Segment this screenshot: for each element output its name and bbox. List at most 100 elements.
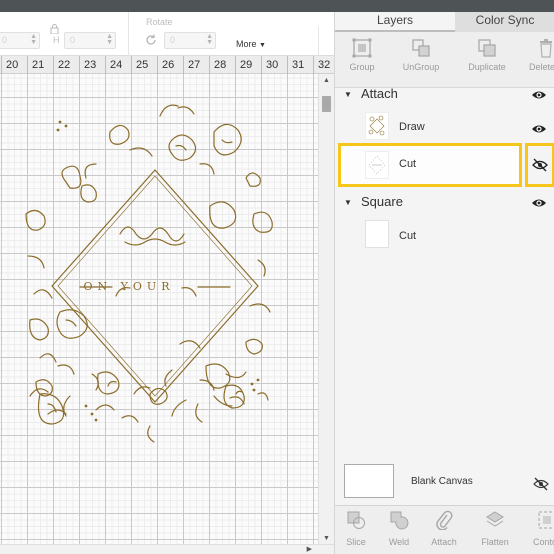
canvas-thumbnail — [344, 464, 394, 498]
ruler-tick — [131, 56, 132, 74]
collapse-icon[interactable]: ▼ — [344, 198, 352, 207]
floral-frame-artwork[interactable] — [0, 74, 318, 544]
delete-label: Delete — [529, 62, 554, 72]
scroll-up-icon[interactable]: ▲ — [323, 77, 330, 84]
weld-icon — [390, 511, 409, 530]
horizontal-ruler: 20 21 22 23 24 25 26 27 28 29 30 31 32 — [0, 56, 334, 74]
ungroup-label: UnGroup — [402, 62, 440, 72]
ruler-number: 26 — [162, 59, 175, 71]
ungroup-icon — [412, 39, 430, 57]
height-label: H — [53, 35, 60, 45]
weld-button[interactable]: Weld — [377, 506, 421, 554]
layer-square-cut[interactable]: Cut — [335, 218, 554, 254]
scrollbar-thumb[interactable] — [322, 96, 331, 112]
duplicate-label: Duplicate — [468, 62, 506, 72]
group-name: Attach — [361, 86, 398, 101]
ruler-number: 25 — [136, 59, 149, 71]
width-value: 0 — [2, 35, 8, 45]
group-label: Group — [349, 62, 375, 72]
hidden-toggle-highlighted[interactable] — [525, 143, 554, 187]
delete-button[interactable]: Delete — [521, 32, 554, 88]
slice-button[interactable]: Slice — [335, 506, 377, 554]
panel-tabs: Layers Color Sync — [335, 12, 554, 32]
layer-thumbnail — [365, 112, 389, 140]
ruler-number: 23 — [84, 59, 97, 71]
layers-panel: Layers Color Sync Group UnGroup Duplicat… — [334, 12, 554, 554]
ruler-tick — [27, 56, 28, 74]
eye-icon[interactable] — [531, 122, 547, 136]
contour-label: Contour — [533, 537, 554, 547]
group-button[interactable]: Group — [335, 32, 389, 88]
ruler-tick — [105, 56, 106, 74]
rotate-field[interactable]: 0 ▲ ▼ — [164, 32, 216, 49]
bottom-actions-bar: Slice Weld Attach Flatten Cont — [335, 506, 554, 554]
ruler-tick — [235, 56, 236, 74]
ruler-tick — [183, 56, 184, 74]
slice-label: Slice — [346, 537, 366, 547]
edit-toolbar: 0 ▲ ▼ H 0 ▲ ▼ Rotate 0 ▲ ▼ More ▼ — [0, 12, 334, 56]
paperclip-icon — [436, 510, 453, 530]
rotate-icon[interactable] — [144, 33, 158, 52]
layer-thumbnail — [365, 151, 389, 179]
attach-label: Attach — [431, 537, 457, 547]
ungroup-button[interactable]: UnGroup — [389, 32, 453, 88]
eye-icon[interactable] — [531, 88, 547, 102]
eye-icon[interactable] — [531, 196, 547, 210]
design-canvas[interactable]: ON YOUR — [0, 74, 318, 544]
width-field[interactable]: 0 ▲ ▼ — [0, 32, 40, 49]
ruler-tick — [313, 56, 314, 74]
ruler-number: 30 — [266, 59, 279, 71]
layer-draw[interactable]: Draw — [335, 109, 554, 145]
toolbar-divider — [318, 26, 319, 56]
ruler-tick — [53, 56, 54, 74]
width-stepper[interactable]: ▲ ▼ — [30, 33, 37, 46]
collapse-icon[interactable]: ▼ — [344, 90, 352, 99]
ruler-tick — [261, 56, 262, 74]
rotate-value: 0 — [170, 35, 176, 45]
height-value: 0 — [70, 35, 76, 45]
duplicate-icon — [478, 39, 496, 57]
caret-down-icon: ▼ — [259, 42, 266, 49]
scroll-right-icon[interactable]: ▶ — [307, 545, 312, 553]
layer-name: Cut — [399, 230, 417, 242]
weld-label: Weld — [388, 537, 410, 547]
more-label: More — [236, 39, 257, 49]
more-dropdown[interactable]: More ▼ — [236, 39, 266, 49]
rotate-stepper[interactable]: ▲ ▼ — [206, 33, 213, 46]
ruler-tick — [1, 56, 2, 74]
blank-canvas-row[interactable]: Blank Canvas — [335, 458, 554, 510]
group-name: Square — [361, 194, 403, 209]
layer-thumbnail — [365, 220, 389, 248]
app-top-bar — [0, 0, 554, 12]
ruler-number: 29 — [240, 59, 253, 71]
tab-layers[interactable]: Layers — [335, 12, 455, 32]
layer-name: Draw — [399, 121, 425, 133]
rotate-label: Rotate — [146, 17, 173, 27]
slice-icon — [347, 511, 365, 529]
artwork-text: ON YOUR — [83, 280, 175, 293]
ruler-number: 20 — [6, 59, 19, 71]
eye-hidden-icon[interactable] — [533, 477, 549, 491]
trash-icon — [540, 39, 552, 58]
layer-cut-highlighted[interactable]: Cut — [338, 143, 522, 187]
ruler-number: 32 — [318, 59, 331, 71]
toolbar-divider — [128, 12, 129, 56]
horizontal-scrollbar[interactable]: ▶ — [0, 544, 334, 554]
layer-group-attach[interactable]: ▼ Attach — [335, 81, 554, 107]
tab-color-sync[interactable]: Color Sync — [455, 12, 554, 32]
ruler-tick — [157, 56, 158, 74]
eye-hidden-icon[interactable] — [532, 158, 548, 172]
ruler-number: 28 — [214, 59, 227, 71]
attach-button[interactable]: Attach — [421, 506, 467, 554]
layer-actions-bar: Group UnGroup Duplicate Delete — [335, 32, 554, 88]
contour-button[interactable]: Contour — [523, 506, 554, 554]
layer-group-square[interactable]: ▼ Square — [335, 189, 554, 215]
vertical-scrollbar[interactable]: ▲ ▼ — [318, 74, 334, 544]
height-field[interactable]: 0 ▲ ▼ — [64, 32, 116, 49]
duplicate-button[interactable]: Duplicate — [453, 32, 521, 88]
layer-name: Cut — [399, 158, 417, 170]
height-stepper[interactable]: ▲ ▼ — [106, 33, 113, 46]
scroll-down-icon[interactable]: ▼ — [323, 535, 330, 542]
ruler-tick — [209, 56, 210, 74]
flatten-button[interactable]: Flatten — [467, 506, 523, 554]
